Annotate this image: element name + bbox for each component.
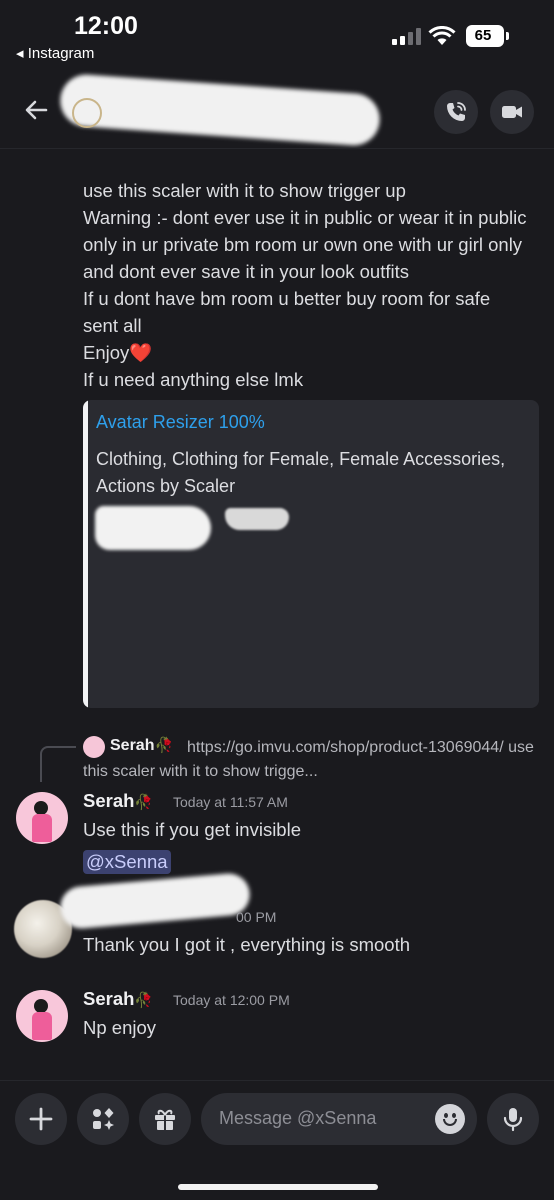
message-text: Thank you I got it , everything is smoot…	[83, 934, 410, 955]
message-author[interactable]: Serah🥀	[83, 988, 153, 1010]
mention-chip[interactable]: @xSenna	[83, 850, 171, 874]
chat-header	[0, 72, 554, 148]
video-call-button[interactable]	[490, 90, 534, 134]
plus-icon	[29, 1107, 53, 1131]
add-attachment-button[interactable]	[15, 1093, 67, 1145]
header-divider	[0, 148, 554, 149]
message-timestamp: 00 PM	[236, 909, 277, 925]
message-timestamp: Today at 12:00 PM	[173, 992, 290, 1008]
rose-icon: 🥀	[134, 794, 154, 811]
embed-accent-bar	[83, 400, 88, 708]
message-text: Np enjoy	[83, 1017, 157, 1038]
arrow-left-icon[interactable]	[20, 94, 52, 126]
instructions-text: use this scaler with it to show trigger …	[83, 180, 527, 363]
message-input[interactable]: Message @xSenna	[201, 1093, 477, 1145]
composer-divider	[0, 1080, 554, 1081]
redacted-author-name	[58, 871, 252, 931]
phone-call-icon	[447, 102, 466, 121]
reply-snippet: https://go.imvu.com/shop/product-1306904…	[83, 739, 534, 780]
clock: 12:00	[74, 12, 138, 40]
message-text-tail: If u need anything else lmk	[83, 369, 304, 390]
heart-emoji-icon: ❤️	[129, 342, 153, 363]
apps-button[interactable]	[77, 1093, 129, 1145]
redacted-thumbnail	[95, 506, 211, 550]
link-embed-card[interactable]: Avatar Resizer 100% Clothing, Clothing f…	[83, 400, 539, 708]
contact-avatar[interactable]	[72, 98, 102, 128]
voice-message-button[interactable]	[487, 1093, 539, 1145]
reply-connector	[40, 746, 76, 782]
status-bar: 12:00 ◂ Instagram 65	[0, 0, 554, 70]
battery-icon: 65	[466, 25, 509, 47]
gift-icon	[155, 1109, 175, 1130]
embed-title-link[interactable]: Avatar Resizer 100%	[96, 412, 265, 433]
voice-call-button[interactable]	[434, 90, 478, 134]
message-text: use this scaler with it to show trigger …	[83, 177, 543, 366]
message-placeholder: Message @xSenna	[219, 1108, 377, 1128]
message-author[interactable]: Serah🥀	[83, 790, 153, 812]
redacted-contact-name	[58, 72, 382, 148]
signal-icon	[392, 28, 422, 45]
reply-preview-text[interactable]: https://go.imvu.com/shop/product-1306904…	[83, 736, 543, 784]
gift-button[interactable]	[139, 1093, 191, 1145]
rose-icon: 🥀	[134, 992, 154, 1009]
back-to-app-link[interactable]: ◂ Instagram	[16, 44, 94, 62]
message-text: Use this if you get invisible	[83, 819, 301, 840]
redacted-thumbnail	[225, 508, 289, 530]
avatar[interactable]	[16, 792, 68, 844]
wifi-icon	[428, 26, 456, 45]
message-timestamp: Today at 11:57 AM	[173, 794, 288, 810]
avatar[interactable]	[16, 990, 68, 1042]
home-indicator[interactable]	[178, 1184, 378, 1190]
emoji-icon[interactable]	[435, 1104, 465, 1134]
embed-description: Clothing, Clothing for Female, Female Ac…	[96, 449, 506, 496]
microphone-icon	[503, 1108, 523, 1132]
video-camera-icon	[502, 106, 522, 118]
apps-icon	[93, 1108, 114, 1130]
